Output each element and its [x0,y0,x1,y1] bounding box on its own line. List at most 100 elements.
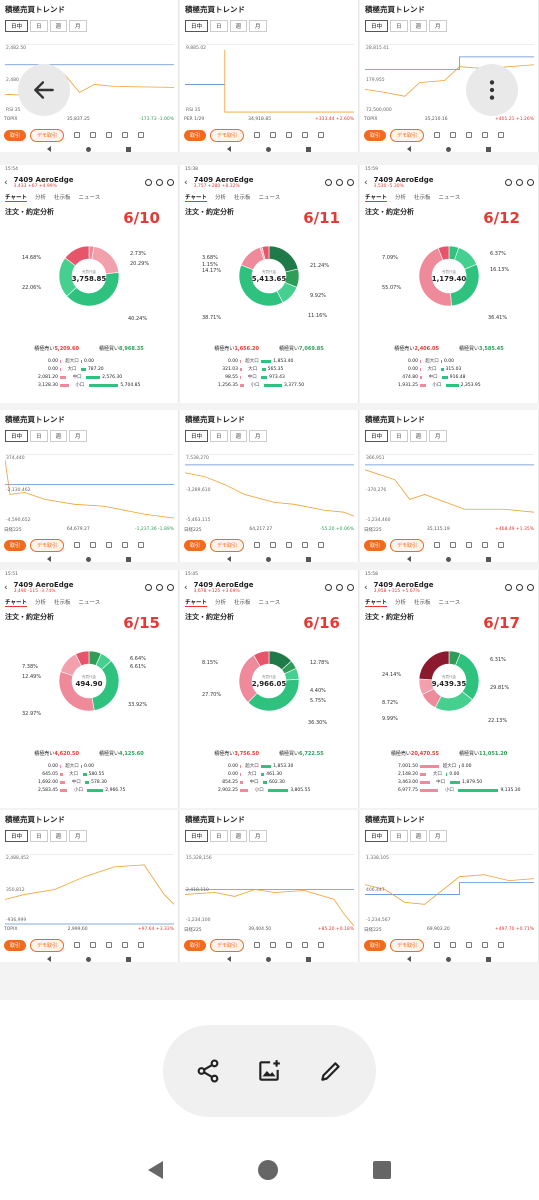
period-tab[interactable]: 日中 [185,430,209,442]
demo-trade-button[interactable]: デモ取引 [210,128,245,142]
period-tab[interactable]: 月 [249,20,267,32]
period-tab[interactable]: 月 [429,20,447,32]
back-chevron-icon[interactable]: ‹ [184,178,188,188]
toolbar-icon[interactable] [466,942,473,948]
back-button[interactable] [18,64,70,116]
toolbar-icon[interactable] [122,942,129,948]
period-tab[interactable]: 日中 [185,830,209,842]
demo-trade-button[interactable]: デモ取引 [30,938,65,952]
bell-icon[interactable] [325,179,332,186]
toolbar-icon[interactable] [122,542,129,548]
period-tab[interactable]: 日 [30,830,48,842]
favorite-icon[interactable] [527,179,534,186]
stock-tab[interactable]: 分析 [395,598,406,607]
toolbar-icon[interactable] [498,542,505,548]
stock-tab[interactable]: 分析 [35,598,46,607]
period-tab[interactable]: 日中 [5,830,29,842]
favorite-icon[interactable] [347,179,354,186]
period-tab[interactable]: 日中 [365,830,389,842]
period-tab[interactable]: 週 [49,20,68,32]
toolbar-icon[interactable] [138,542,145,548]
toolbar-icon[interactable] [466,542,473,548]
toolbar-icon[interactable] [106,542,113,548]
period-tab[interactable]: 日 [210,830,228,842]
stock-tab[interactable]: 社示板 [414,598,431,607]
toolbar-icon[interactable] [90,542,97,548]
toolbar-icon[interactable] [286,132,293,138]
period-tab[interactable]: 月 [249,430,267,442]
toolbar-icon[interactable] [138,942,145,948]
more-options-button[interactable] [466,64,518,116]
toolbar-icon[interactable] [74,942,81,948]
share-button[interactable] [191,1054,225,1088]
favorite-icon[interactable] [527,584,534,591]
toolbar-icon[interactable] [498,132,505,138]
search-icon[interactable] [156,584,163,591]
nav-home-icon[interactable] [257,1160,278,1180]
period-tab[interactable]: 週 [49,830,68,842]
trade-button[interactable]: 取引 [184,129,207,141]
stock-tab[interactable]: ニュース [438,598,460,607]
toolbar-icon[interactable] [498,942,505,948]
stock-tab[interactable]: 分析 [35,193,46,202]
period-tab[interactable]: 月 [249,830,267,842]
period-tab[interactable]: 日中 [365,20,389,32]
stock-tab[interactable]: 分析 [215,193,226,202]
trade-button[interactable]: 取引 [4,939,27,951]
edit-button[interactable] [314,1054,348,1088]
period-tab[interactable]: 週 [49,430,68,442]
search-icon[interactable] [336,584,343,591]
back-chevron-icon[interactable]: ‹ [364,178,368,188]
toolbar-icon[interactable] [302,542,309,548]
demo-trade-button[interactable]: デモ取引 [210,538,245,552]
period-tab[interactable]: 日 [390,430,408,442]
favorite-icon[interactable] [167,179,174,186]
nav-recents-icon[interactable] [373,1161,392,1179]
back-chevron-icon[interactable]: ‹ [4,583,8,593]
stock-tab[interactable]: 社示板 [54,598,71,607]
toolbar-icon[interactable] [318,542,325,548]
toolbar-icon[interactable] [302,942,309,948]
stock-tab[interactable]: チャート [5,598,27,607]
period-tab[interactable]: 週 [229,830,248,842]
period-tab[interactable]: 週 [409,430,428,442]
toolbar-icon[interactable] [106,942,113,948]
period-tab[interactable]: 月 [429,430,447,442]
toolbar-icon[interactable] [270,542,277,548]
stock-tab[interactable]: 分析 [215,598,226,607]
stock-tab[interactable]: ニュース [258,193,280,202]
toolbar-icon[interactable] [90,942,97,948]
stock-tab[interactable]: チャート [5,193,27,202]
toolbar-icon[interactable] [90,132,97,138]
toolbar-icon[interactable] [318,132,325,138]
demo-trade-button[interactable]: デモ取引 [30,128,65,142]
period-tab[interactable]: 日 [390,830,408,842]
toolbar-icon[interactable] [302,132,309,138]
toolbar-icon[interactable] [74,132,81,138]
toolbar-icon[interactable] [434,132,441,138]
period-tab[interactable]: 月 [69,20,87,32]
demo-trade-button[interactable]: デモ取引 [390,938,425,952]
trade-button[interactable]: 取引 [4,539,27,551]
toolbar-icon[interactable] [466,132,473,138]
demo-trade-button[interactable]: デモ取引 [210,938,245,952]
toolbar-icon[interactable] [286,942,293,948]
toolbar-icon[interactable] [482,132,489,138]
back-chevron-icon[interactable]: ‹ [184,583,188,593]
stock-tab[interactable]: 社示板 [414,193,431,202]
bell-icon[interactable] [505,584,512,591]
stock-tab[interactable]: チャート [185,598,207,607]
toolbar-icon[interactable] [122,132,129,138]
demo-trade-button[interactable]: デモ取引 [390,538,425,552]
trade-button[interactable]: 取引 [364,539,387,551]
favorite-icon[interactable] [347,584,354,591]
period-tab[interactable]: 日 [30,20,48,32]
period-tab[interactable]: 月 [429,830,447,842]
trade-button[interactable]: 取引 [364,939,387,951]
toolbar-icon[interactable] [434,542,441,548]
search-icon[interactable] [516,179,523,186]
search-icon[interactable] [516,584,523,591]
toolbar-icon[interactable] [138,132,145,138]
stock-tab[interactable]: 社示板 [234,598,251,607]
period-tab[interactable]: 日 [30,430,48,442]
